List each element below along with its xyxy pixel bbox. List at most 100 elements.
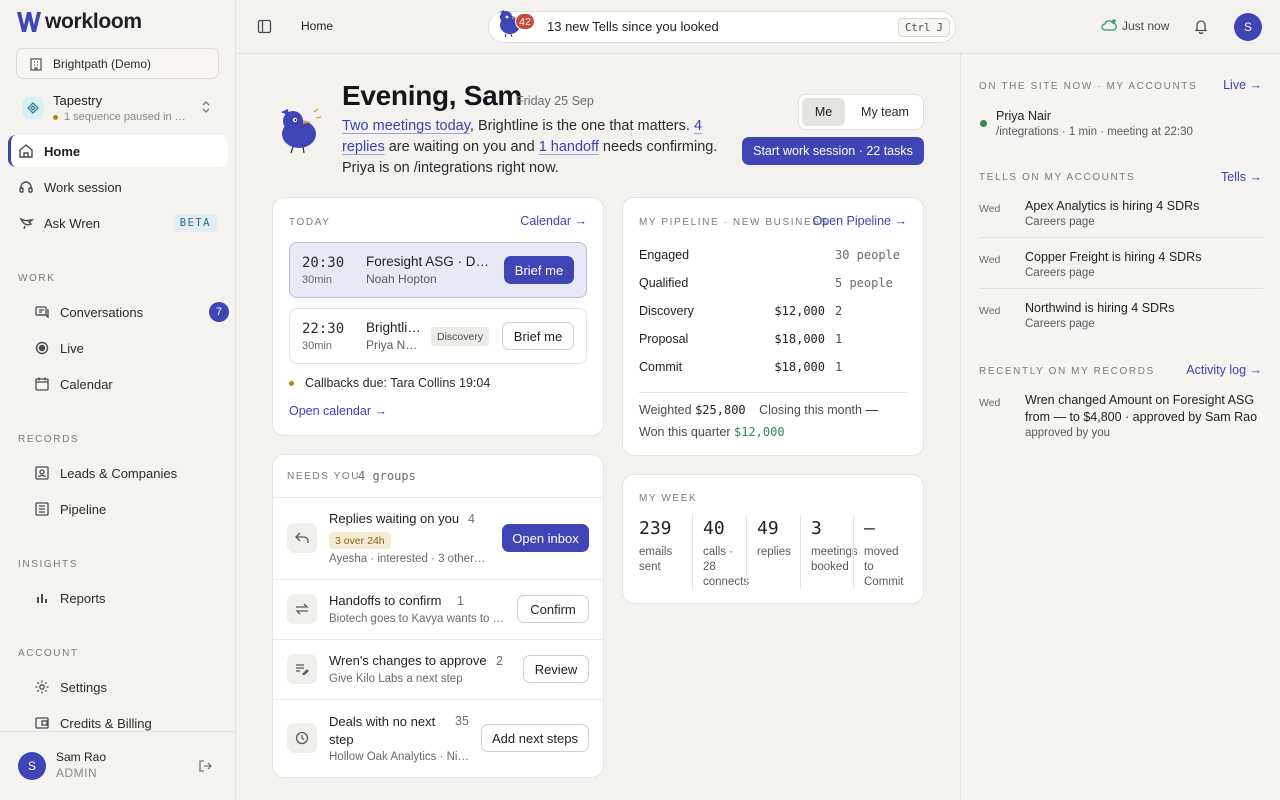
overdue-badge: 3 over 24h [329, 532, 391, 549]
week-stat: 40 calls · 28 connects [692, 515, 749, 589]
pipeline-stage-name[interactable]: Engaged [639, 248, 689, 262]
callback-dot [289, 381, 294, 386]
sidebar-toggle-icon[interactable] [257, 19, 272, 37]
bar-chart-icon [34, 590, 50, 606]
nav-conversations[interactable]: Conversations 7 [24, 296, 229, 328]
brief-me-button[interactable]: Brief me [504, 256, 574, 284]
tell-title[interactable]: Copper Freight is hiring 4 SDRs [1025, 250, 1201, 264]
weighted-value: $25,800 [695, 403, 746, 417]
stage-tag: Discovery [431, 327, 490, 346]
brief-me-button[interactable]: Brief me [502, 322, 574, 350]
gear-icon [34, 679, 50, 695]
needs-row-sub: Ayesha · interested · 3 others … [329, 553, 491, 565]
nav-ask-wren[interactable]: Ask Wren BETA [8, 207, 228, 239]
tells-label: TELLS ON MY ACCOUNTS [979, 172, 1136, 183]
headset-icon [18, 179, 34, 195]
today-card: TODAY Calendar → 20:30 30min Foresight A… [272, 197, 604, 436]
nav-leads-label: Leads & Companies [60, 465, 178, 481]
cloud-sync-icon [1101, 19, 1117, 35]
needs-you-card: NEEDS YOU 4 groups Replies waiting on yo… [272, 454, 604, 778]
tell-day: Wed [979, 203, 1001, 215]
greeting-summary: Two meetings today, Brightline is the on… [342, 116, 722, 179]
user-avatar[interactable]: S [18, 752, 46, 780]
nav-live[interactable]: Live [24, 332, 228, 364]
needs-row-title[interactable]: Handoffs to confirm [329, 593, 441, 608]
meeting-row[interactable]: 20:30 30min Foresight ASG · Di… Noah Hop… [289, 242, 587, 298]
tells-link[interactable]: Tells → [1221, 170, 1262, 184]
greeting-title: Evening, Sam [342, 80, 523, 111]
handoff-arrows-icon [287, 594, 317, 624]
nav-leads-companies[interactable]: Leads & Companies [24, 457, 228, 489]
pipeline-stage-name[interactable]: Commit [639, 360, 682, 374]
pipeline-stage-amount: $18,000 [774, 360, 825, 374]
needs-row-title[interactable]: Replies waiting on you [329, 511, 459, 526]
top-user-avatar[interactable]: S [1234, 13, 1262, 41]
needs-row-title[interactable]: Wren's changes to approve [329, 653, 487, 668]
needs-you-count: 4 groups [358, 469, 416, 483]
confirm-button[interactable]: Confirm [517, 595, 589, 623]
week-stat-label: Commit [864, 576, 904, 588]
user-role: ADMIN [56, 766, 98, 780]
meeting-title: Foresight ASG · Di… [366, 254, 490, 269]
calendar-icon [34, 376, 50, 392]
visitor-name[interactable]: Priya Nair [996, 109, 1051, 123]
tells-count-badge: 42 [515, 13, 535, 30]
tell-title[interactable]: Northwind is hiring 4 SDRs [1025, 301, 1174, 315]
review-button[interactable]: Review [523, 655, 589, 683]
bird-icon [18, 215, 34, 231]
week-stat-label: calls · [703, 546, 734, 558]
wallet-icon [34, 715, 50, 731]
my-week-card: MY WEEK 239 emails sent 40 calls · 28 connects… [622, 474, 924, 604]
recent-line-3: approved by you [1025, 427, 1111, 439]
meeting-row[interactable]: 22:30 30min Brightli… Priya Na… Discover… [289, 308, 587, 364]
nav-settings[interactable]: Settings [24, 671, 228, 703]
tapestry-icon [22, 97, 44, 119]
nav-reports[interactable]: Reports [24, 582, 228, 614]
workspace-selector[interactable]: Brightpath (Demo) [16, 48, 219, 79]
nav-calendar[interactable]: Calendar [24, 368, 228, 400]
open-inbox-button[interactable]: Open inbox [502, 524, 589, 552]
calendar-link[interactable]: Calendar → [520, 214, 587, 228]
logout-icon[interactable] [198, 759, 212, 776]
bell-icon[interactable] [1194, 19, 1208, 37]
activity-panel: ON THE SITE NOW · MY ACCOUNTS Live → Pri… [960, 54, 1280, 800]
nav-pipeline[interactable]: Pipeline [24, 493, 228, 525]
pipeline-stage-name[interactable]: Qualified [639, 276, 688, 290]
pipeline-stage-name[interactable]: Discovery [639, 304, 694, 318]
toggle-me[interactable]: Me [802, 98, 845, 126]
meeting-person: Noah Hopton [366, 272, 437, 286]
sync-status: Just now [1122, 19, 1170, 33]
top-bar: Home 42 13 new Tells since you looked Ct… [236, 0, 1280, 54]
breadcrumb[interactable]: Home [301, 19, 333, 33]
needs-row-count: 4 [468, 512, 475, 526]
tell-title[interactable]: Apex Analytics is hiring 4 SDRs [1025, 199, 1199, 213]
section-work: WORK [18, 273, 56, 284]
activity-log-link[interactable]: Activity log → [1186, 363, 1262, 377]
tells-search-bar[interactable]: 42 13 new Tells since you looked Ctrl J [488, 10, 956, 43]
handoff-link[interactable]: 1 handoff [539, 139, 599, 155]
brand-logo[interactable]: workloom [16, 10, 142, 34]
nav-calendar-label: Calendar [60, 376, 113, 392]
needs-divider [273, 699, 603, 700]
pipeline-stage-name[interactable]: Proposal [639, 332, 688, 346]
account-selector[interactable]: Tapestry 1 sequence paused in … [16, 88, 219, 128]
live-link[interactable]: Live → [1223, 78, 1262, 92]
callbacks-due[interactable]: Callbacks due: Tara Collins 19:04 [305, 376, 490, 390]
needs-row-count: 35 [455, 714, 469, 728]
pipeline-stage-count: 1 [835, 360, 843, 374]
add-next-steps-button[interactable]: Add next steps [481, 724, 589, 752]
nav-credits-billing[interactable]: Credits & Billing [24, 707, 228, 739]
open-pipeline-link[interactable]: Open Pipeline → [812, 214, 907, 228]
toggle-my-team[interactable]: My team [849, 98, 921, 126]
needs-row-title[interactable]: Deals with no next step [329, 713, 447, 749]
nav-work-session[interactable]: Work session [8, 171, 228, 203]
week-stat: 3 meetings booked [800, 515, 858, 589]
open-calendar-link[interactable]: Open calendar → [289, 404, 387, 418]
recent-day: Wed [979, 397, 1001, 409]
contacts-icon [34, 465, 50, 481]
needs-row-sub: Hollow Oak Analytics · Ni… [329, 751, 469, 763]
pipeline-stage-count: 30 people [835, 248, 901, 262]
start-work-session-button[interactable]: Start work session · 22 tasks [742, 137, 924, 165]
meetings-today-link[interactable]: Two meetings today [342, 118, 470, 134]
nav-home[interactable]: Home [8, 135, 228, 167]
